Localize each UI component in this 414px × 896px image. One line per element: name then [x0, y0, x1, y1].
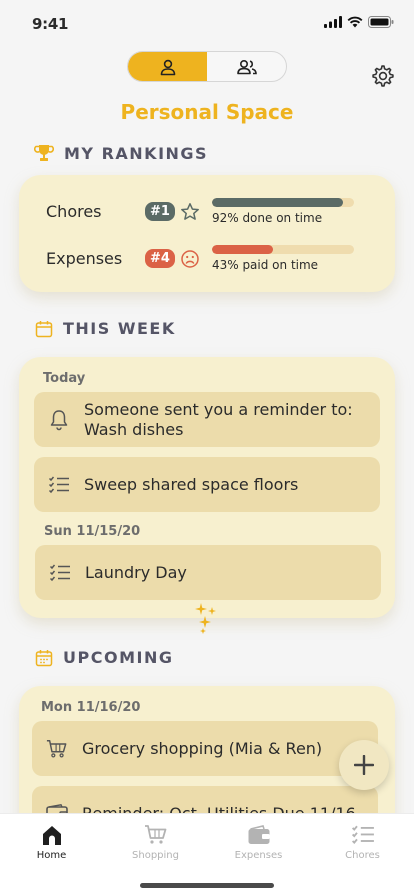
- plus-icon: [354, 755, 374, 775]
- progress-caption: 43% paid on time: [211, 258, 319, 272]
- rankings-card: Chores #1 92% done on time Expenses #4 4…: [19, 175, 395, 292]
- checklist-icon: [351, 825, 374, 845]
- group-label-mon: Mon 11/16/20: [41, 700, 141, 715]
- person-icon: [160, 59, 175, 75]
- battery-icon: [368, 16, 394, 28]
- shared-space-button[interactable]: [207, 52, 286, 81]
- this-week-card: Today Someone sent you a reminder to: Wa…: [19, 357, 395, 618]
- chores-progress: 92% done on time: [211, 198, 354, 225]
- bell-icon: [50, 409, 68, 430]
- calendar-icon: [35, 649, 53, 666]
- progress-fill: [211, 245, 273, 254]
- trophy-icon: [34, 145, 54, 161]
- expenses-progress: 43% paid on time: [211, 245, 354, 272]
- cart-icon: [144, 825, 166, 844]
- tab-shopping[interactable]: Shopping: [104, 824, 207, 884]
- star-icon: [181, 202, 199, 220]
- settings-button[interactable]: [371, 64, 395, 88]
- rank-badge: #1: [145, 202, 175, 221]
- rank-badge: #4: [145, 249, 175, 268]
- space-toggle: [127, 51, 287, 82]
- tab-label: Shopping: [132, 850, 179, 861]
- list-item[interactable]: Sweep shared space floors: [34, 457, 380, 512]
- tab-label: Chores: [345, 850, 380, 861]
- tab-expenses[interactable]: Expenses: [207, 824, 310, 884]
- sparkle-icon: [195, 603, 216, 634]
- ranking-name: Expenses: [46, 249, 123, 268]
- ranking-name: Chores: [46, 202, 102, 221]
- rankings-heading-label: MY RANKINGS: [64, 143, 209, 163]
- gear-icon: [372, 65, 394, 87]
- item-text: Sweep shared space floors: [84, 474, 299, 494]
- status-time: 9:41: [32, 15, 69, 33]
- item-text: Laundry Day: [85, 562, 187, 582]
- item-text: Someone sent you a reminder to: Wash dis…: [84, 399, 353, 439]
- group-label-today: Today: [43, 371, 86, 386]
- this-week-heading: THIS WEEK: [35, 319, 176, 338]
- calendar-icon: [35, 320, 53, 337]
- item-text: Grocery shopping (Mia & Ren): [82, 738, 323, 758]
- progress-caption: 92% done on time: [211, 211, 323, 225]
- tab-label: Home: [36, 850, 67, 861]
- upcoming-heading-label: UPCOMING: [63, 648, 174, 667]
- wifi-icon: [347, 16, 363, 28]
- upcoming-heading: UPCOMING: [35, 648, 173, 667]
- list-item[interactable]: Laundry Day: [35, 545, 381, 600]
- people-icon: [236, 59, 257, 74]
- home-indicator: [140, 883, 274, 888]
- progress-track: [211, 198, 354, 207]
- list-item[interactable]: Someone sent you a reminder to: Wash dis…: [34, 392, 380, 447]
- wallet-icon: [248, 825, 269, 844]
- signal-icon: [324, 16, 342, 28]
- cart-icon: [46, 739, 67, 758]
- progress-fill: [211, 198, 343, 207]
- page-title: Personal Space: [120, 100, 294, 124]
- progress-track: [211, 245, 354, 254]
- frown-icon: [181, 249, 199, 268]
- tab-home[interactable]: Home: [0, 824, 103, 884]
- home-icon: [42, 826, 61, 845]
- group-label-sun: Sun 11/15/20: [44, 524, 141, 539]
- this-week-heading-label: THIS WEEK: [63, 319, 176, 338]
- list-item[interactable]: Grocery shopping (Mia & Ren): [32, 721, 378, 776]
- ranking-row-chores[interactable]: Chores #1 92% done on time: [46, 198, 354, 225]
- add-button[interactable]: [339, 740, 389, 790]
- personal-space-button[interactable]: [128, 52, 207, 81]
- rankings-heading: MY RANKINGS: [34, 143, 208, 163]
- tab-chores[interactable]: Chores: [311, 824, 414, 884]
- status-icons: [324, 16, 394, 28]
- checklist-icon: [49, 564, 70, 581]
- checklist-icon: [48, 476, 69, 493]
- ranking-row-expenses[interactable]: Expenses #4 43% paid on time: [46, 245, 354, 272]
- tab-label: Expenses: [234, 850, 283, 861]
